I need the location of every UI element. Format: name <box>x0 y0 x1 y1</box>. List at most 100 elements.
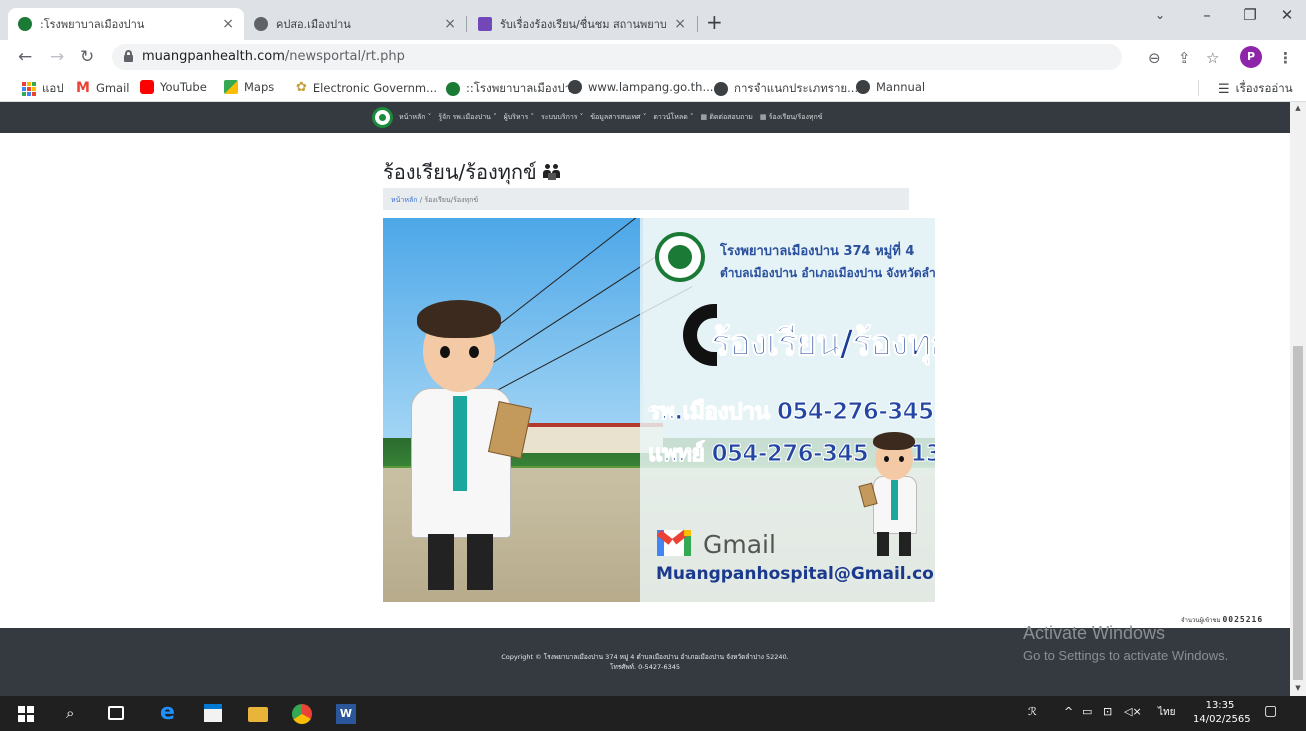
chrome-icon[interactable] <box>292 704 312 724</box>
tab-label: รับเรื่องร้องเรียน/ชื่นชม สถานพยาบาลั <box>500 18 667 31</box>
globe-icon <box>714 82 728 96</box>
edge-icon[interactable]: e <box>160 700 180 725</box>
close-tab-icon[interactable]: × <box>444 16 456 32</box>
back-button[interactable]: ← <box>18 47 32 67</box>
menu-kebab-icon[interactable]: ⋮ <box>1278 49 1293 67</box>
scrollbar-thumb[interactable] <box>1293 346 1303 680</box>
notification-center-icon[interactable]: ▢ <box>1264 703 1277 719</box>
poster-email: Muangpanhospital@Gmail.com <box>656 564 935 584</box>
nav-contact[interactable]: ▦ ติดต่อสอบถาม <box>700 112 752 123</box>
bookmark-apps[interactable]: แอป <box>22 80 64 98</box>
poster-hospital-name: โรงพยาบาลเมืองปาน 374 หมู่ที่ 4 <box>720 244 915 259</box>
bookmark-hospital[interactable]: ::โรงพยาบาลเมืองปาน <box>446 80 579 98</box>
forward-button[interactable]: → <box>50 47 64 67</box>
hospital-favicon-icon <box>18 17 32 31</box>
gmail-logo-icon <box>656 529 691 556</box>
bookmark-divider <box>1198 80 1199 96</box>
bookmark-classification[interactable]: การจำแนกประเภทราย... <box>714 80 858 98</box>
tab-health-office[interactable]: คปสอ.เมืองปาน × <box>244 8 466 40</box>
close-tab-icon[interactable]: × <box>222 16 234 32</box>
tab-label: คปสอ.เมืองปาน <box>276 18 351 31</box>
bookmark-manual[interactable]: Mannual <box>856 80 925 94</box>
url-text: muangpanhealth.com/newsportal/rt.php <box>142 49 405 64</box>
visitor-counter: จำนวนผู้เข้าชม 0025216 <box>1181 615 1264 624</box>
zoom-icon[interactable]: ⊖ <box>1148 49 1161 67</box>
bookmark-star-icon[interactable]: ☆ <box>1206 49 1219 67</box>
volume-icon[interactable]: ◁× <box>1124 705 1142 718</box>
nav-about[interactable]: รู้จัก รพ.เมืองปาน ˅ <box>438 112 496 123</box>
share-icon[interactable]: ⇪ <box>1178 49 1191 67</box>
nav-information[interactable]: ข้อมูลสารสนเทศ ˅ <box>590 112 646 123</box>
close-window-button[interactable]: ✕ <box>1272 6 1302 24</box>
moph-emblem-icon <box>655 232 705 282</box>
tab-hospital[interactable]: :โรงพยาบาลเมืองปาน × <box>8 8 244 40</box>
page-scrollbar[interactable]: ▲ ▼ <box>1290 102 1306 696</box>
show-hidden-icons-icon[interactable]: ^ <box>1064 705 1073 718</box>
doctor-cartoon-small <box>858 418 931 558</box>
globe-icon <box>568 80 582 94</box>
complaint-poster-image: โรงพยาบาลเมืองปาน 374 หมู่ที่ 4 ตำบลเมือ… <box>383 218 935 602</box>
activate-windows-title: Activate Windows <box>1023 623 1166 643</box>
nav-complaint[interactable]: ▦ ร้องเรียน/ร้องทุกข์ <box>760 112 823 123</box>
nav-services[interactable]: ระบบบริการ ˅ <box>541 112 583 123</box>
footer-phone: โทรศัพท์. 0-5427-6345 <box>609 663 680 671</box>
egov-icon: ✿ <box>296 80 307 95</box>
bookmarks-bar: แอป M Gmail YouTube Maps ✿ Electronic Go… <box>0 74 1306 102</box>
browser-tab-strip: :โรงพยาบาลเมืองปาน × คปสอ.เมืองปาน × รับ… <box>0 0 1306 40</box>
reading-list-button[interactable]: ☰ เรื่องรออ่าน <box>1218 80 1293 98</box>
network-icon[interactable]: ⊡ <box>1103 705 1112 718</box>
poster-hospital-address: ตำบลเมืองปาน อำเภอเมืองปาน จังหวัดลำปาง <box>720 266 935 280</box>
bookmark-maps[interactable]: Maps <box>224 80 274 94</box>
site-navbar: หน้าหลัก ˅ รู้จัก รพ.เมืองปาน ˅ ผู้บริหา… <box>0 102 1290 133</box>
scroll-up-arrow-icon[interactable]: ▲ <box>1290 104 1306 112</box>
bookmark-gmail[interactable]: M Gmail <box>76 80 130 96</box>
scroll-down-arrow-icon[interactable]: ▼ <box>1290 684 1306 692</box>
tab-search-icon[interactable]: ⌄ <box>1145 8 1175 22</box>
store-icon[interactable] <box>204 704 222 722</box>
file-explorer-icon[interactable] <box>248 707 268 722</box>
tab-label: :โรงพยาบาลเมืองปาน <box>40 18 145 31</box>
tab-divider <box>697 16 698 32</box>
taskbar-clock[interactable]: 13:35 14/02/2565 <box>1193 699 1251 727</box>
browser-toolbar: ← → ↻ muangpanhealth.com/newsportal/rt.p… <box>0 40 1306 74</box>
poster-title: ร้องเรียน/ร้องทุกข์ <box>711 323 935 365</box>
tab-divider <box>466 16 467 32</box>
close-tab-icon[interactable]: × <box>674 16 686 32</box>
search-icon[interactable]: ⌕ <box>66 704 86 724</box>
bookmark-youtube[interactable]: YouTube <box>140 80 207 94</box>
globe-icon <box>254 17 268 31</box>
battery-icon[interactable]: ▭ <box>1082 705 1092 718</box>
doctor-cartoon-large <box>383 218 533 602</box>
minimize-button[interactable]: – <box>1192 6 1222 24</box>
gmail-icon: M <box>76 80 90 96</box>
nav-download[interactable]: ดาวน์โหลด ˅ <box>653 112 693 123</box>
restore-button[interactable]: ❐ <box>1235 6 1265 24</box>
reload-button[interactable]: ↻ <box>80 47 94 67</box>
task-view-icon[interactable] <box>108 706 124 720</box>
address-bar[interactable]: muangpanhealth.com/newsportal/rt.php <box>112 44 1122 70</box>
nav-executives[interactable]: ผู้บริหาร ˅ <box>504 112 534 123</box>
youtube-icon <box>140 80 154 94</box>
globe-icon <box>856 80 870 94</box>
forms-icon <box>478 17 492 31</box>
page-viewport: หน้าหลัก ˅ รู้จัก รพ.เมืองปาน ˅ ผู้บริหา… <box>0 102 1290 696</box>
people-tray-icon[interactable]: ℛ <box>1028 705 1037 718</box>
people-icon <box>542 164 561 180</box>
new-tab-button[interactable]: + <box>706 10 723 34</box>
language-indicator[interactable]: ไทย <box>1158 705 1175 720</box>
tab-complaint-form[interactable]: รับเรื่องร้องเรียน/ชื่นชม สถานพยาบาลั × <box>468 8 696 40</box>
lock-icon[interactable] <box>124 50 133 62</box>
maps-icon <box>224 80 238 94</box>
activate-windows-subtitle: Go to Settings to activate Windows. <box>1023 648 1229 663</box>
breadcrumb-home-link[interactable]: หน้าหลัก <box>391 196 417 204</box>
profile-avatar[interactable]: P <box>1240 46 1262 68</box>
nav-home[interactable]: หน้าหลัก ˅ <box>399 112 431 123</box>
apps-grid-icon <box>22 82 36 96</box>
bookmark-lampang[interactable]: www.lampang.go.th... <box>568 80 713 94</box>
windows-start-icon[interactable] <box>18 706 34 722</box>
hospital-icon <box>446 82 460 96</box>
site-logo-icon[interactable] <box>372 107 393 128</box>
bookmark-egov[interactable]: ✿ Electronic Governm... <box>296 80 437 95</box>
reading-list-icon: ☰ <box>1218 81 1230 97</box>
word-icon[interactable]: W <box>336 704 356 724</box>
